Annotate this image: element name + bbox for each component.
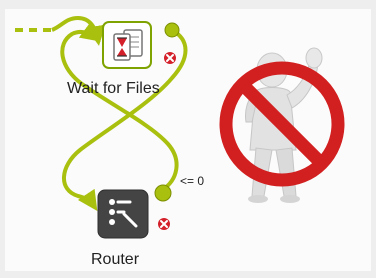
wait-for-files-label: Wait for Files (67, 80, 160, 97)
router-error-port[interactable] (158, 218, 170, 230)
wait-success-port[interactable] (164, 22, 180, 38)
workflow-canvas: Wait for Files Router <= 0 (0, 0, 376, 278)
router-output-port[interactable] (154, 184, 172, 202)
condition-label: <= 0 (180, 174, 205, 188)
prohibition-person-icon (219, 47, 345, 203)
wait-for-files-node[interactable] (102, 21, 152, 69)
flow-diagram (15, 15, 345, 239)
wait-error-port[interactable] (164, 52, 176, 64)
router-label: Router (91, 251, 140, 268)
hourglass-document-icon (113, 29, 143, 61)
router-node[interactable] (97, 189, 149, 239)
